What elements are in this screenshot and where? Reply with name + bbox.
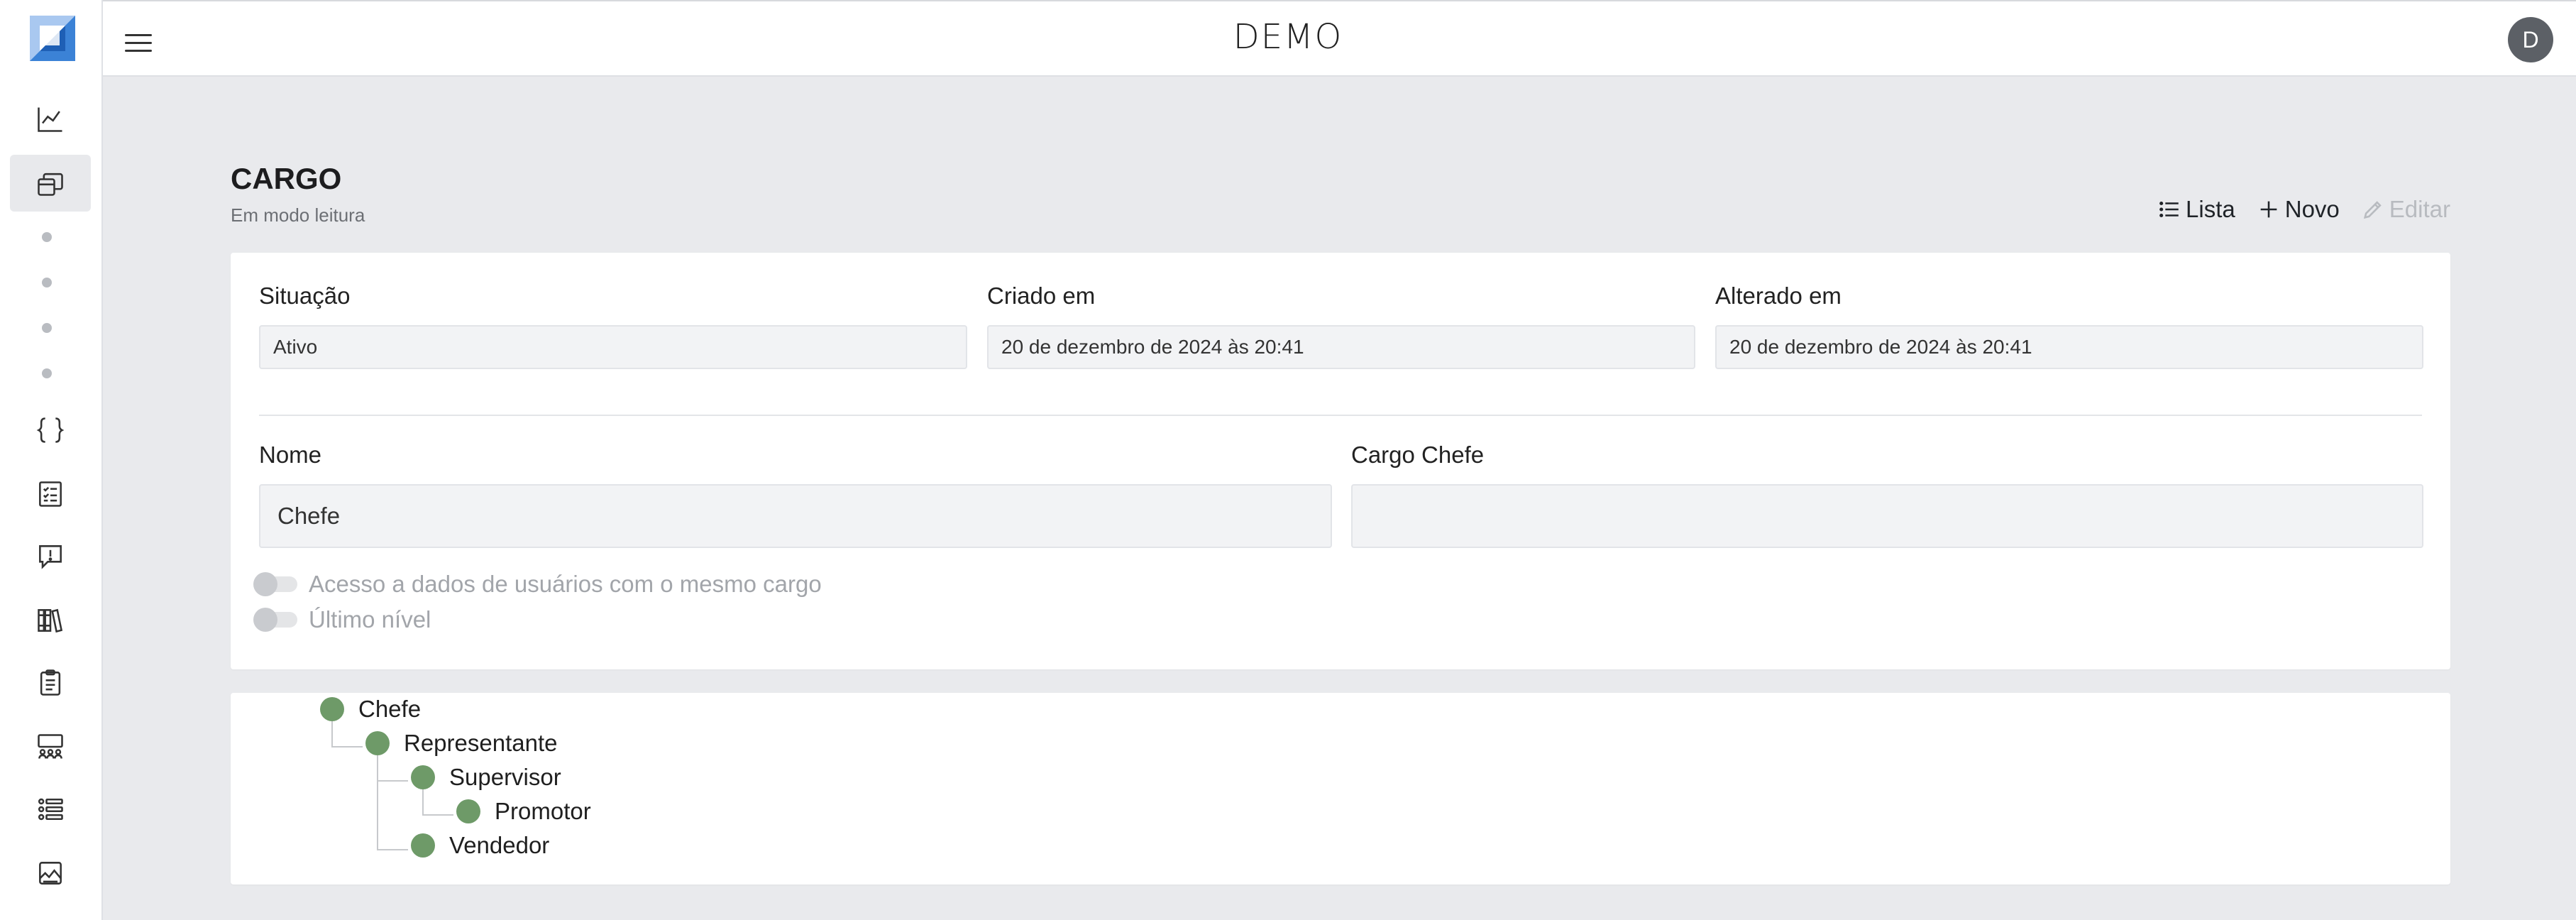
- sidebar-item-integracoes[interactable]: [10, 402, 91, 459]
- tree-node[interactable]: Vendedor: [411, 832, 549, 859]
- sidebar-item-usuarios[interactable]: [10, 781, 91, 838]
- plus-icon: [2260, 201, 2277, 218]
- nome-value: Chefe: [277, 503, 341, 529]
- new-button-label: Novo: [2284, 196, 2340, 222]
- edit-button-label: Editar: [2389, 196, 2450, 222]
- list-button[interactable]: Lista: [2157, 196, 2235, 223]
- sidebar: [0, 0, 103, 920]
- nome-field[interactable]: Chefe: [259, 484, 1332, 548]
- acesso-toggle[interactable]: [253, 572, 297, 596]
- tree-node[interactable]: Chefe: [320, 696, 421, 723]
- sidebar-subitem-4[interactable]: [42, 368, 52, 378]
- tree-node[interactable]: Promotor: [456, 798, 591, 825]
- line-chart-icon: [38, 107, 62, 132]
- alterado-em-value: 20 de dezembro de 2024 às 20:41: [1729, 336, 2032, 358]
- hierarchy-tree-card: Chefe Representante Supervisor Promotor …: [231, 693, 2450, 885]
- sidebar-item-dashboard[interactable]: [10, 91, 91, 148]
- tree-connector: [422, 814, 453, 816]
- user-avatar[interactable]: D: [2508, 17, 2553, 62]
- sidebar-subitem-3[interactable]: [42, 323, 52, 333]
- app-brand: DEMO: [1233, 17, 1343, 57]
- situacao-field[interactable]: Ativo: [259, 325, 967, 369]
- acesso-toggle-label: Acesso a dados de usuários com o mesmo c…: [309, 571, 822, 597]
- alert-message-icon: [39, 545, 62, 569]
- alterado-em-field[interactable]: 20 de dezembro de 2024 às 20:41: [1715, 325, 2423, 369]
- tree-node-label: Supervisor: [449, 764, 561, 790]
- checklist-icon: [39, 481, 62, 507]
- tree-node-label: Chefe: [358, 696, 422, 722]
- section-divider: [259, 415, 2422, 416]
- tree-node-label: Promotor: [495, 798, 591, 824]
- ultimo-nivel-toggle-label: Último nível: [309, 606, 431, 632]
- sidebar-item-tarefas[interactable]: [10, 655, 91, 711]
- sidebar-item-ocorrencias[interactable]: [10, 528, 91, 585]
- sidebar-item-biblioteca[interactable]: [10, 592, 91, 649]
- sidebar-item-equipes[interactable]: [10, 718, 91, 775]
- tree-node[interactable]: Representante: [365, 730, 557, 757]
- app-logo-icon[interactable]: [30, 16, 75, 61]
- tree-connector: [377, 780, 408, 782]
- tree-node[interactable]: Supervisor: [411, 764, 561, 791]
- tree-node-label: Representante: [404, 730, 558, 756]
- library-icon: [38, 608, 63, 633]
- tree-node-bullet: [411, 765, 435, 789]
- sidebar-item-cadastros[interactable]: [10, 155, 91, 212]
- top-bar: DEMO D: [0, 0, 2576, 77]
- toggle-acesso-row: Acesso a dados de usuários com o mesmo c…: [253, 571, 822, 598]
- tree-node-bullet: [365, 731, 390, 755]
- image-icon: [39, 862, 62, 885]
- tree-connector: [331, 746, 363, 748]
- user-list-icon: [38, 798, 63, 821]
- page-subtitle: Em modo leitura: [231, 204, 365, 226]
- team-icon: [38, 734, 63, 759]
- tree-node-label: Vendedor: [449, 832, 550, 858]
- criado-em-value: 20 de dezembro de 2024 às 20:41: [1001, 336, 1304, 358]
- nome-label: Nome: [259, 442, 322, 468]
- cargo-chefe-field[interactable]: [1351, 484, 2423, 548]
- sidebar-item-checklists[interactable]: [10, 466, 91, 522]
- tree-connector: [377, 849, 408, 850]
- sidebar-subitem-1[interactable]: [42, 232, 52, 242]
- layers-icon: [38, 172, 63, 196]
- ultimo-nivel-toggle[interactable]: [253, 608, 297, 632]
- braces-icon: [36, 417, 65, 443]
- cargo-chefe-label: Cargo Chefe: [1351, 442, 1485, 468]
- situacao-value: Ativo: [273, 336, 318, 358]
- criado-em-field[interactable]: 20 de dezembro de 2024 às 20:41: [987, 325, 1695, 369]
- sidebar-subitem-2[interactable]: [42, 278, 52, 288]
- toggle-ultimo-row: Último nível: [253, 606, 431, 633]
- edit-button[interactable]: Editar: [2361, 196, 2450, 223]
- sidebar-item-galeria[interactable]: [10, 845, 91, 902]
- list-button-label: Lista: [2186, 196, 2235, 222]
- tree-node-bullet: [456, 799, 480, 823]
- new-button[interactable]: Novo: [2257, 196, 2340, 223]
- tree-connector: [377, 751, 378, 850]
- alterado-em-label: Alterado em: [1715, 283, 1842, 309]
- list-icon: [2159, 201, 2179, 218]
- page-actions: Lista Novo Editar: [2157, 196, 2450, 223]
- tree-node-bullet: [320, 697, 344, 721]
- page-title: CARGO: [231, 162, 342, 195]
- form-card: Situação Ativo Criado em 20 de dezembro …: [231, 253, 2450, 669]
- tree-node-bullet: [411, 833, 435, 858]
- clipboard-icon: [40, 669, 61, 696]
- pencil-icon: [2363, 201, 2382, 219]
- situacao-label: Situação: [259, 283, 351, 309]
- criado-em-label: Criado em: [987, 283, 1096, 309]
